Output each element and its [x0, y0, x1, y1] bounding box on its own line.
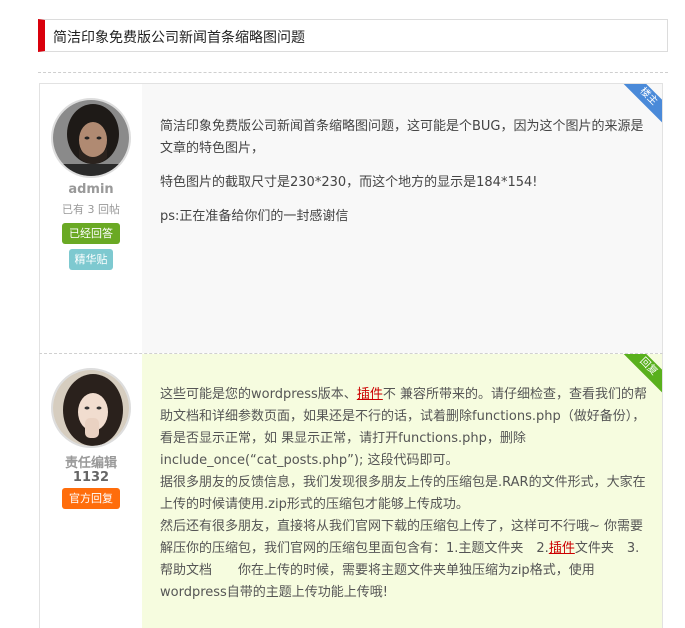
author-score: 1132 [72, 470, 110, 485]
paragraph: 据很多朋友的反馈信息，我们发现很多朋友上传的压缩包是.RAR的文件形式，大家在上… [160, 475, 646, 512]
post-content: 简洁印象免费版公司新闻首条缩略图问题，这可能是个BUG，因为这个图片的来源是文章… [160, 116, 654, 240]
author-sidebar: 责任编辑 1132 官方回复 [40, 354, 142, 628]
avatar[interactable] [51, 368, 131, 448]
author-name[interactable]: 责任编辑 [40, 452, 142, 471]
avatar[interactable] [51, 98, 131, 178]
post-original: admin 已有 3 回帖 已经回答 精华贴 楼主 简洁印象免费版公司新闻首条缩… [39, 83, 663, 353]
paragraph: 特色图片的截取尺寸是230*230，而这个地方的显示是184*154! [160, 175, 538, 190]
avatar-portrait-image [53, 370, 129, 446]
paragraph: ps:正在准备给你们的一封感谢信 [160, 209, 349, 224]
post-reply: 责任编辑 1132 官方回复 回复 这些可能是您的wordpress版本、插件不… [39, 353, 663, 628]
post-body: 楼主 简洁印象免费版公司新闻首条缩略图问题，这可能是个BUG，因为这个图片的来源… [142, 84, 662, 353]
paragraph: 这些可能是您的wordpress版本、插件不 兼容所带来的。请仔细检查，查看我们… [160, 387, 647, 468]
thread-title-bar: 简洁印象免费版公司新闻首条缩略图问题 [38, 19, 668, 52]
thread-title: 简洁印象免费版公司新闻首条缩略图问题 [53, 30, 305, 46]
avatar-portrait-image [53, 100, 129, 176]
paragraph: 然后还有很多朋友，直接将从我们官网下载的压缩包上传了，这样可不行哦~ 你需要解压… [160, 519, 644, 600]
paragraph: 简洁印象免费版公司新闻首条缩略图问题，这可能是个BUG，因为这个图片的来源是文章… [160, 119, 644, 156]
author-sidebar: admin 已有 3 回帖 已经回答 精华贴 [40, 84, 142, 353]
post-content: 这些可能是您的wordpress版本、插件不 兼容所带来的。请仔细检查，查看我们… [160, 384, 654, 604]
post-body: 回复 这些可能是您的wordpress版本、插件不 兼容所带来的。请仔细检查，查… [142, 354, 662, 628]
divider [38, 72, 668, 73]
answered-badge: 已经回答 [62, 223, 120, 244]
author-name[interactable]: admin [40, 182, 142, 197]
plugin-link[interactable]: 插件 [549, 541, 575, 556]
featured-badge: 精华贴 [69, 249, 113, 270]
plugin-link[interactable]: 插件 [357, 387, 383, 402]
official-reply-badge: 官方回复 [62, 488, 120, 509]
reply-count: 已有 3 回帖 [62, 203, 120, 216]
